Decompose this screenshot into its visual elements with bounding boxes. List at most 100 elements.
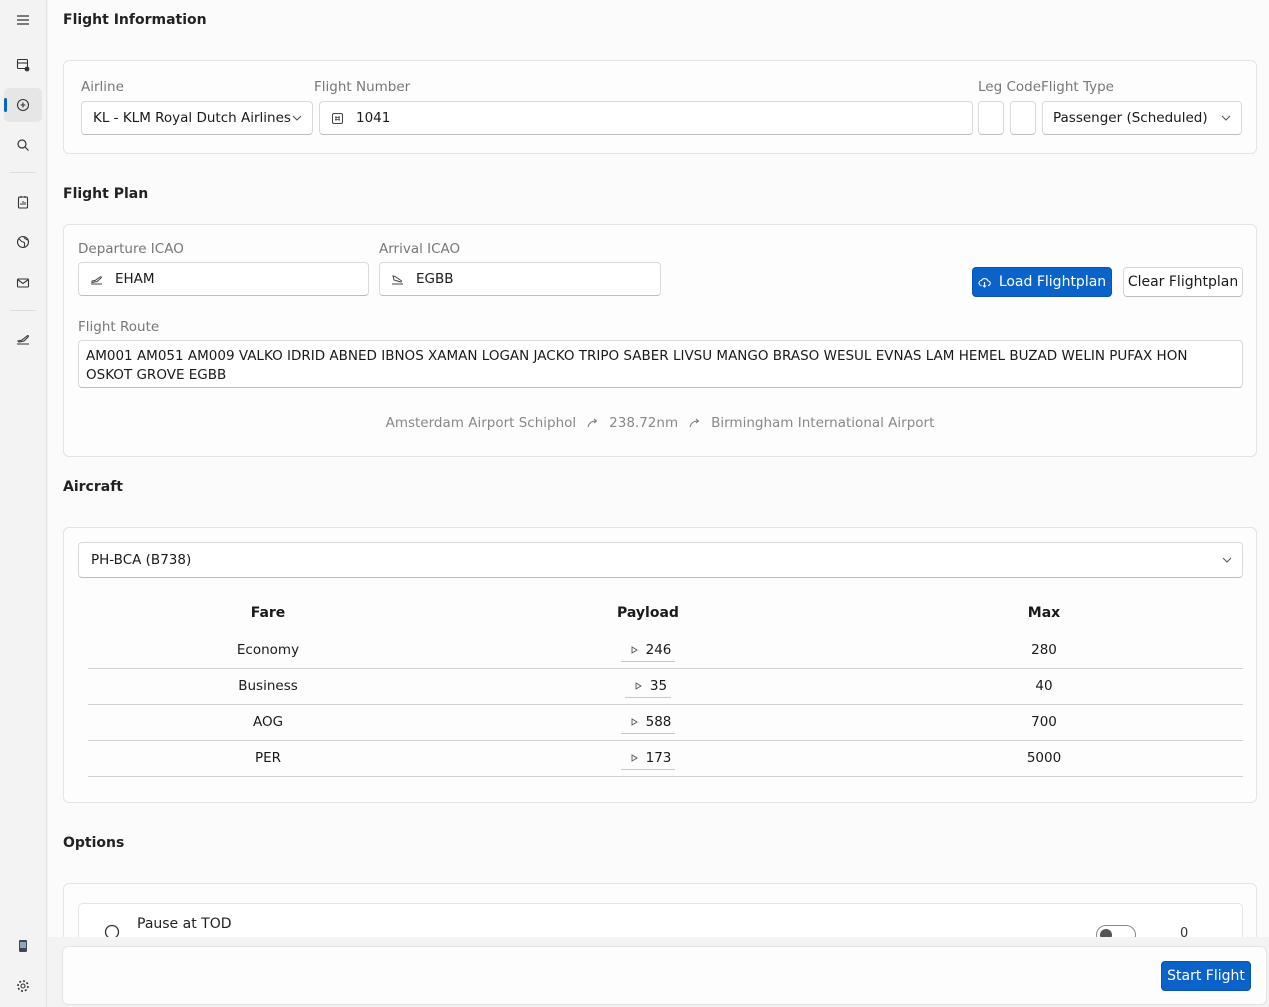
flight-type-label: Flight Type <box>1041 79 1114 95</box>
fare-name: Business <box>238 678 298 694</box>
max-value: 5000 <box>1026 750 1062 766</box>
payload-cell: 173 <box>548 740 748 776</box>
sidebar-divider <box>10 310 36 311</box>
arrival-icao-field[interactable]: EGBB <box>379 262 661 296</box>
options-card: Pause at TOD 0 <box>63 883 1257 937</box>
table-row: AOG 588 700 <box>88 704 1243 741</box>
max-value: 40 <box>1035 678 1053 694</box>
flight-plan-title: Flight Plan <box>63 186 149 202</box>
sidebar <box>0 0 47 1007</box>
payload-cell: 246 <box>548 632 748 668</box>
flight-type-select[interactable]: Passenger (Scheduled) <box>1042 101 1242 135</box>
sidebar-item-search[interactable] <box>4 128 42 162</box>
sidebar-divider <box>10 172 36 173</box>
search-icon <box>17 139 29 151</box>
table-row: PER 173 5000 <box>88 740 1243 777</box>
play-icon <box>631 645 638 654</box>
fare-name: PER <box>254 750 282 766</box>
leg-code-label: Leg Code <box>978 79 1042 95</box>
table-row: Economy 246 280 <box>88 632 1243 669</box>
settings-icon <box>17 980 29 992</box>
sidebar-item-settings[interactable] <box>4 969 42 1003</box>
arrival-icao-label: Arrival ICAO <box>379 241 461 257</box>
clear-flightplan-label: Clear Flightplan <box>1127 274 1239 290</box>
load-flightplan-label: Load Flightplan <box>998 274 1107 290</box>
sidebar-item-logbook[interactable] <box>4 322 42 356</box>
start-flight-label: Start Flight <box>1167 968 1245 984</box>
mail-icon <box>16 278 30 288</box>
payload-stepper[interactable]: 588 <box>620 711 676 734</box>
sidebar-item-reports[interactable] <box>4 185 42 219</box>
aircraft-card: PH-BCA (B738) Fare Payload Max Economy 2… <box>63 527 1257 803</box>
airline-value: KL - KLM Royal Dutch Airlines <box>93 110 291 126</box>
leg-code-field-2[interactable] <box>1010 101 1036 135</box>
logbook-icon <box>16 335 29 345</box>
fare-table-header: Fare Payload Max <box>88 598 1243 628</box>
flight-icon <box>16 98 30 112</box>
route-arrow-icon <box>587 418 598 427</box>
load-flightplan-button[interactable]: Load Flightplan <box>972 267 1112 297</box>
sidebar-item-device[interactable] <box>4 929 42 963</box>
sidebar-item-map[interactable] <box>4 225 42 259</box>
aircraft-select[interactable]: PH-BCA (B738) <box>78 542 1243 578</box>
pause-tod-option: Pause at TOD 0 <box>78 903 1243 937</box>
main-content: Flight Information Airline KL - KLM Roya… <box>48 0 1269 937</box>
departure-icao-field[interactable]: EHAM <box>78 262 369 296</box>
landing-icon <box>392 274 403 284</box>
flight-number-field[interactable]: 1041 <box>319 101 973 135</box>
menu-button[interactable] <box>4 3 42 37</box>
sidebar-item-messages[interactable] <box>4 266 42 300</box>
flight-route-input[interactable]: AM001 AM051 AM009 VALKO IDRID ABNED IBNO… <box>78 340 1243 388</box>
play-icon <box>631 753 638 762</box>
device-icon <box>19 940 27 952</box>
globe-icon <box>16 235 30 249</box>
payload-cell: 588 <box>548 704 748 740</box>
pause-tod-toggle[interactable] <box>1096 925 1136 937</box>
departure-icao-label: Departure ICAO <box>78 241 184 257</box>
payload-stepper[interactable]: 35 <box>624 675 672 698</box>
airline-select[interactable]: KL - KLM Royal Dutch Airlines <box>81 101 313 135</box>
route-arrow-icon <box>689 418 700 427</box>
clear-flightplan-button[interactable]: Clear Flightplan <box>1123 267 1243 297</box>
route-summary: Amsterdam Airport Schiphol 238.72nm Birm… <box>64 415 1256 431</box>
payload-stepper[interactable]: 246 <box>620 639 676 662</box>
leg-code-field-1[interactable] <box>978 101 1004 135</box>
takeoff-icon <box>91 275 102 284</box>
fare-name: AOG <box>252 714 284 730</box>
dispatch-icon <box>16 58 30 72</box>
chevron-down-icon <box>1222 557 1232 563</box>
sidebar-item-flight[interactable] <box>4 88 42 122</box>
chevron-down-icon <box>1221 115 1231 121</box>
flight-type-value: Passenger (Scheduled) <box>1053 110 1208 126</box>
max-value: 700 <box>1031 714 1057 730</box>
arrival-airport-name: Birmingham International Airport <box>711 415 935 431</box>
payload-value: 173 <box>645 749 672 766</box>
menu-icon <box>17 15 29 25</box>
aircraft-value: PH-BCA (B738) <box>91 552 192 568</box>
play-icon <box>635 681 642 690</box>
max-value: 280 <box>1031 642 1057 658</box>
pause-tod-value: 0 <box>1180 926 1189 937</box>
report-icon <box>17 196 29 209</box>
payload-value: 246 <box>645 641 672 658</box>
play-icon <box>631 717 638 726</box>
flight-number-value: 1041 <box>356 110 391 126</box>
footer-bar: Start Flight <box>62 946 1267 1005</box>
flight-plan-card: Departure ICAO EHAM Arrival ICAO EGBB Lo… <box>63 224 1257 457</box>
payload-value: 35 <box>649 677 668 694</box>
departure-airport-name: Amsterdam Airport Schiphol <box>385 415 577 431</box>
cloud-download-icon <box>978 277 991 288</box>
flight-information-card: Airline KL - KLM Royal Dutch Airlines Fl… <box>63 60 1257 154</box>
start-flight-button[interactable]: Start Flight <box>1161 961 1251 991</box>
payload-value: 588 <box>645 713 672 730</box>
sidebar-item-dispatch[interactable] <box>4 48 42 82</box>
route-distance: 238.72nm <box>609 415 679 431</box>
flight-route-label: Flight Route <box>78 319 160 335</box>
payload-stepper[interactable]: 173 <box>620 747 676 770</box>
options-title: Options <box>63 835 125 851</box>
column-header-payload: Payload <box>617 605 679 621</box>
hash-icon <box>332 112 343 124</box>
clock-icon <box>104 924 120 937</box>
fare-name: Economy <box>236 642 300 658</box>
column-header-fare: Fare <box>250 605 286 621</box>
